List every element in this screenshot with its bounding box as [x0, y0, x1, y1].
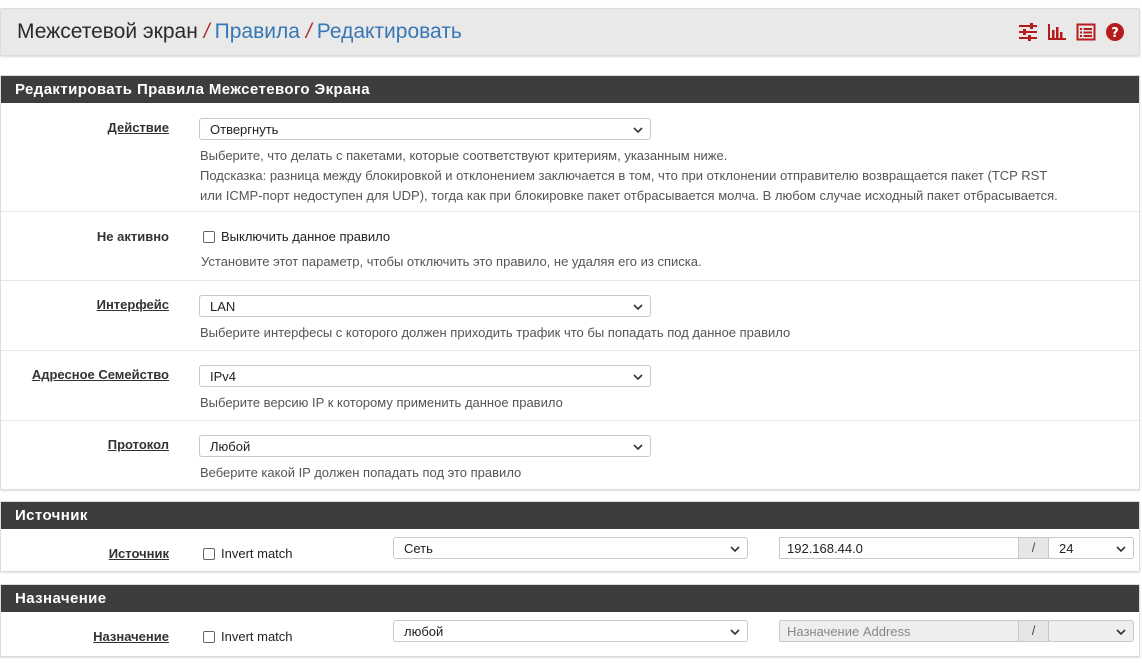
breadcrumb-root: Межсетевой экран — [17, 20, 198, 43]
action-help-line: Выберите, что делать с пакетами, которые… — [200, 148, 728, 163]
source-slash-addon: / — [1018, 537, 1049, 559]
destination-mask-select[interactable] — [1048, 620, 1134, 642]
chevron-down-icon — [633, 127, 643, 134]
address-family-select-value: IPv4 — [210, 369, 237, 384]
header-icons: ? — [1018, 22, 1125, 42]
bar-chart-icon[interactable] — [1047, 22, 1067, 42]
source-mask-select[interactable]: 24 — [1048, 537, 1134, 559]
protocol-select-value: Любой — [210, 439, 251, 454]
help-icon[interactable]: ? — [1105, 22, 1125, 42]
list-icon[interactable] — [1076, 22, 1096, 42]
interface-select[interactable]: LAN — [199, 295, 651, 317]
source-label[interactable]: Источник — [109, 546, 169, 561]
source-invert-label[interactable]: Invert match — [221, 546, 293, 561]
interface-row: Интерфейс LAN Выберите интерфесы с котор… — [1, 281, 1139, 351]
breadcrumb-rules-link[interactable]: Правила — [215, 20, 300, 43]
disabled-label: Не активно — [96, 229, 169, 244]
address-family-help: Выберите версию IP к которому применить … — [200, 395, 563, 410]
chevron-down-icon — [633, 444, 643, 451]
destination-invert-label[interactable]: Invert match — [221, 629, 293, 644]
protocol-select[interactable]: Любой — [199, 435, 651, 457]
interface-select-value: LAN — [210, 299, 236, 314]
disable-rule-checkbox[interactable] — [203, 231, 215, 243]
action-select[interactable]: Отвергнуть — [199, 118, 651, 140]
destination-type-select[interactable]: любой — [393, 620, 748, 642]
source-address-input[interactable]: 192.168.44.0 — [779, 537, 1019, 559]
interface-label[interactable]: Интерфейс — [97, 297, 169, 312]
breadcrumb-separator: / — [305, 20, 312, 43]
source-type-select[interactable]: Сеть — [393, 537, 748, 559]
source-row: Источник Invert match Сеть 192.168.44.0 … — [1, 529, 1139, 571]
destination-row: Назначение Invert match любой Назначение… — [1, 612, 1139, 656]
action-help: Выберите, что делать с пакетами, которые… — [200, 146, 1058, 206]
breadcrumb-separator: / — [203, 20, 210, 43]
destination-label[interactable]: Назначение — [93, 629, 169, 644]
edit-rule-panel: Редактировать Правила Межсетевого Экрана… — [0, 75, 1140, 490]
address-family-row: Адресное Семейство IPv4 Выберите версию … — [1, 351, 1139, 421]
action-select-value: Отвергнуть — [210, 122, 279, 137]
destination-panel-title: Назначение — [1, 585, 1139, 612]
chevron-down-icon — [1116, 629, 1126, 636]
destination-slash-addon: / — [1018, 620, 1049, 642]
action-help-line: или ICMP-порт недоступен для UDP), тогда… — [200, 188, 1058, 203]
destination-type-value: любой — [404, 624, 444, 639]
address-family-label[interactable]: Адресное Семейство — [32, 367, 169, 382]
action-help-line: Подсказка: разница между блокировкой и о… — [200, 168, 1048, 183]
breadcrumb: Межсетевой экран / Правила / Редактировать — [17, 20, 462, 44]
source-panel: Источник Источник Invert match Сеть 192.… — [0, 501, 1140, 572]
edit-rule-panel-title: Редактировать Правила Межсетевого Экрана — [1, 76, 1139, 103]
disable-rule-checkbox-label[interactable]: Выключить данное правило — [221, 229, 390, 244]
sliders-icon[interactable] — [1018, 22, 1038, 42]
source-mask-value: 24 — [1059, 541, 1074, 556]
destination-address-input[interactable]: Назначение Address — [779, 620, 1019, 642]
chevron-down-icon — [633, 304, 643, 311]
chevron-down-icon — [633, 374, 643, 381]
destination-invert-checkbox[interactable] — [203, 631, 215, 643]
source-type-value: Сеть — [404, 541, 433, 556]
destination-panel: Назначение Назначение Invert match любой… — [0, 584, 1140, 657]
protocol-label[interactable]: Протокол — [108, 437, 169, 452]
protocol-help: Веберите какой IP должен попадать под эт… — [200, 465, 522, 480]
chevron-down-icon — [730, 629, 740, 636]
interface-help: Выберите интерфесы с которого должен при… — [200, 325, 791, 340]
protocol-row: Протокол Любой Веберите какой IP должен … — [1, 421, 1139, 489]
disabled-help: Установите этот параметр, чтобы отключит… — [201, 254, 702, 269]
action-row: Действие Отвергнуть Выберите, что делать… — [1, 103, 1139, 212]
breadcrumb-edit-link[interactable]: Редактировать — [317, 20, 462, 43]
chevron-down-icon — [1116, 546, 1126, 553]
address-family-select[interactable]: IPv4 — [199, 365, 651, 387]
disabled-row: Не активно Выключить данное правило Уста… — [1, 212, 1139, 281]
action-label[interactable]: Действие — [108, 120, 169, 135]
source-invert-checkbox[interactable] — [203, 548, 215, 560]
chevron-down-icon — [730, 546, 740, 553]
source-panel-title: Источник — [1, 502, 1139, 529]
page-header: Межсетевой экран / Правила / Редактировать — [0, 8, 1140, 56]
svg-text:?: ? — [1111, 26, 1119, 41]
